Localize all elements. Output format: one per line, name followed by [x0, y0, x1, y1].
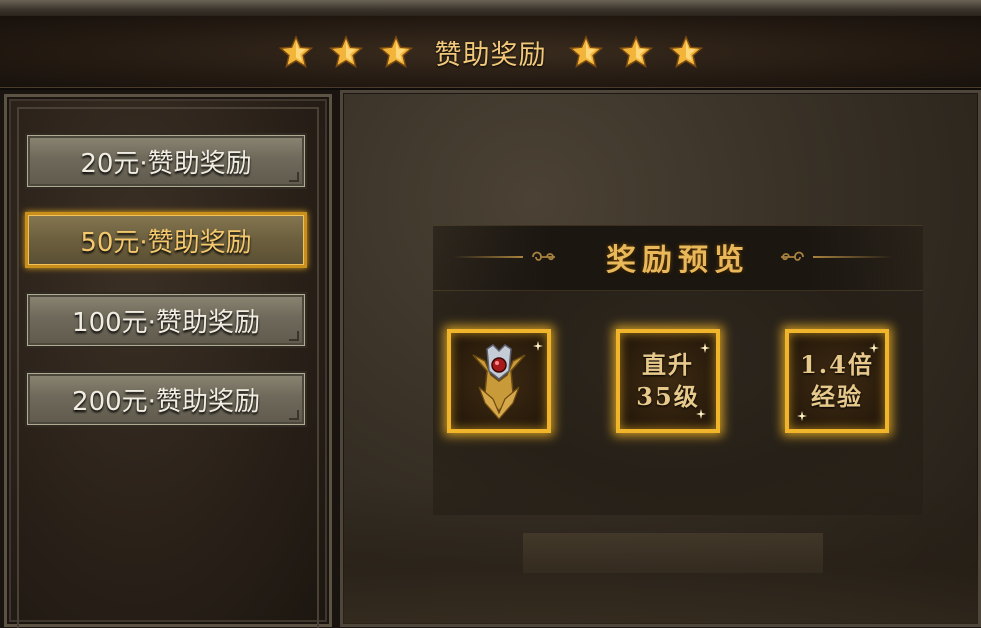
- tier-button-200[interactable]: 200元·赞助奖励: [25, 371, 307, 427]
- reward-text: 直升 35级: [636, 349, 699, 413]
- star-icon: [568, 35, 603, 68]
- corner-decor: [289, 331, 299, 341]
- page-title: 赞助奖励: [434, 39, 547, 71]
- tier-button-label: 20元·赞助奖励: [80, 148, 252, 179]
- reward-item-level-up[interactable]: 直升 35级: [616, 329, 720, 433]
- sparkle-icon: [797, 411, 807, 421]
- sparkle-icon: [700, 343, 710, 353]
- background-table: [523, 533, 823, 573]
- tier-button-label: 50元·赞助奖励: [80, 227, 252, 258]
- star-icon: [618, 35, 653, 68]
- top-decor-strip: [0, 0, 981, 17]
- scroll-ornament-icon: [781, 251, 804, 261]
- star-icon: [668, 35, 703, 68]
- reward-text-line2: 经验: [810, 382, 863, 411]
- sponsor-tier-menu: 20元·赞助奖励 50元·赞助奖励 100元·赞助奖励 200元·赞助奖励: [4, 94, 332, 628]
- reward-item-exp-boost[interactable]: 1.4倍 经验: [785, 329, 889, 433]
- corner-decor: [289, 410, 299, 420]
- sparkle-icon: [869, 343, 879, 353]
- tier-button-label: 200元·赞助奖励: [72, 386, 260, 417]
- header-bar: 赞助奖励: [0, 16, 981, 90]
- reward-item-emblem[interactable]: [447, 329, 551, 433]
- star-icon: [278, 35, 313, 68]
- divider-line: [813, 256, 893, 258]
- sparkle-icon: [533, 341, 543, 351]
- reward-text-line2: 35级: [636, 382, 700, 411]
- corner-decor: [289, 172, 299, 182]
- tier-button-50[interactable]: 50元·赞助奖励: [25, 212, 307, 268]
- reward-preview-panel: 奖励预览 直升 35级 1.4倍 经验: [340, 90, 981, 627]
- emblem-medal-icon: [472, 344, 526, 420]
- reward-text-line1: 直升: [642, 350, 694, 379]
- star-icon: [378, 35, 413, 68]
- tier-button-20[interactable]: 20元·赞助奖励: [25, 133, 307, 189]
- reward-text-line1: 1.4倍: [800, 350, 874, 379]
- sparkle-icon: [696, 409, 706, 419]
- star-icon: [328, 35, 363, 68]
- reward-text: 1.4倍 经验: [800, 349, 874, 413]
- tier-button-label: 100元·赞助奖励: [72, 307, 260, 338]
- tier-button-100[interactable]: 100元·赞助奖励: [25, 292, 307, 348]
